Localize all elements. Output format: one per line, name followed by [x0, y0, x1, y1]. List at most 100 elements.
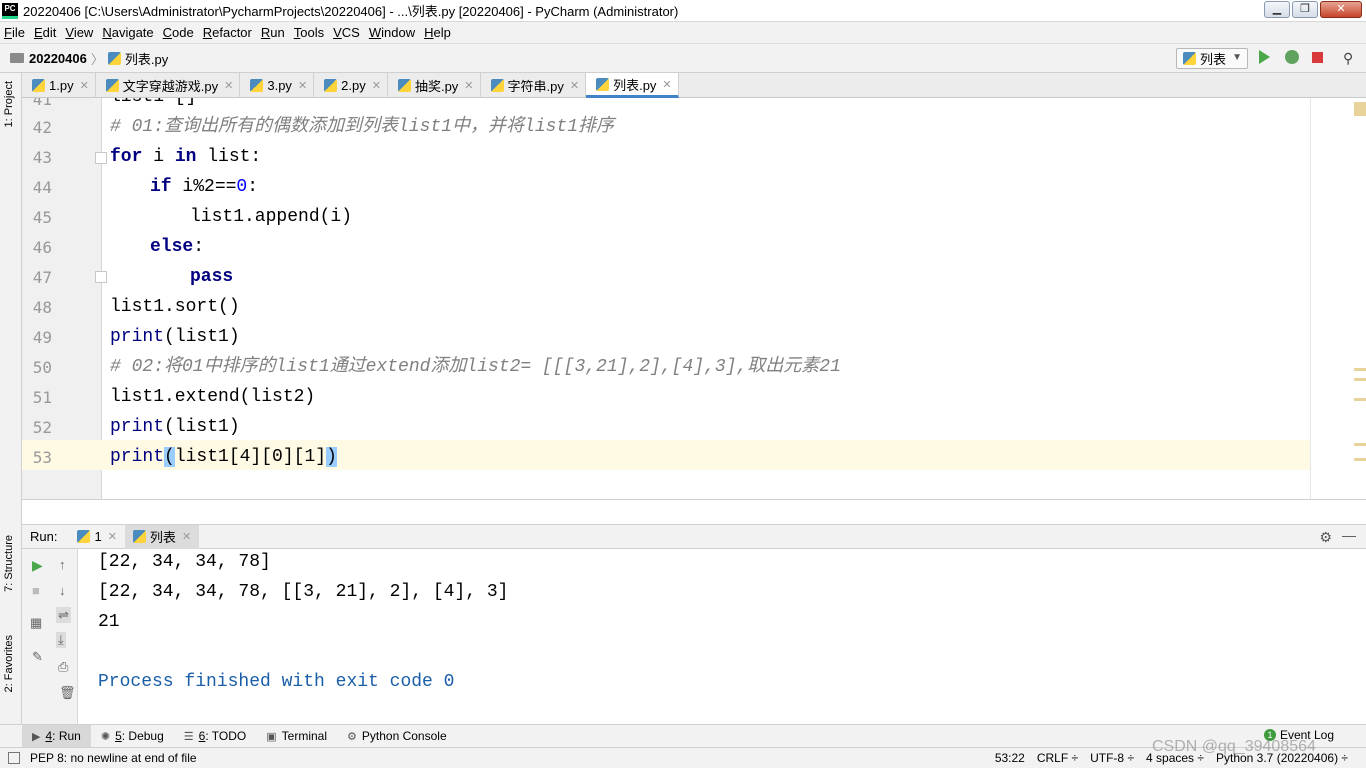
- scroll-to-end-icon[interactable]: ⤓: [56, 632, 66, 648]
- line-number: 48: [32, 298, 52, 317]
- close-tab-icon[interactable]: ✕: [464, 79, 473, 92]
- window-title: 20220406 [C:\Users\Administrator\Pycharm…: [23, 4, 679, 19]
- search-icon[interactable]: ⚲: [1343, 50, 1353, 67]
- run-console[interactable]: [22, 34, 34, 78] [22, 34, 34, 78, [[3, 2…: [78, 549, 1366, 724]
- menu-window[interactable]: Window: [369, 25, 415, 40]
- hide-panel-icon[interactable]: —: [1342, 527, 1356, 543]
- tab-text-adventure-py[interactable]: 文字穿越游戏.py ✕: [96, 73, 241, 98]
- code-editor[interactable]: 41 42 43 44 45 46 47 48 49 50 51 52 53 l…: [22, 98, 1366, 500]
- menu-help[interactable]: Help: [424, 25, 451, 40]
- tab-list-py[interactable]: 列表.py ✕: [586, 73, 679, 98]
- code-line-53: print(list1[4][0][1]): [110, 447, 337, 467]
- run-tab-list[interactable]: 列表 ✕: [124, 524, 200, 549]
- menu-file[interactable]: File: [4, 25, 25, 40]
- python-file-icon: [32, 79, 45, 92]
- caret-position[interactable]: 53:22: [995, 751, 1025, 765]
- favorites-tool-tab[interactable]: 2: Favorites: [3, 635, 15, 692]
- menu-bar: File Edit View Navigate Code Refactor Ru…: [0, 22, 1366, 43]
- python-console-tool-button[interactable]: ⚙ Python Console: [337, 725, 457, 747]
- menu-edit[interactable]: Edit: [34, 25, 56, 40]
- python-file-icon: [324, 79, 338, 92]
- close-tab-icon[interactable]: ✕: [80, 79, 89, 92]
- tool-windows-toggle-icon[interactable]: [8, 752, 20, 764]
- stop-icon[interactable]: [1312, 52, 1323, 63]
- breadcrumb-file[interactable]: 列表.py: [125, 49, 168, 68]
- menu-tools[interactable]: Tools: [294, 25, 324, 40]
- tab-string-py[interactable]: 字符串.py ✕: [481, 73, 587, 98]
- code-line-42: # 01:查询出所有的偶数添加到列表list1中，并将list1排序: [110, 117, 615, 137]
- python-file-icon: [1183, 52, 1196, 65]
- close-tab-icon[interactable]: ✕: [108, 530, 117, 543]
- tab-lottery-py[interactable]: 抽奖.py ✕: [388, 73, 481, 98]
- fold-toggle-icon[interactable]: [95, 152, 107, 164]
- tab-2-py[interactable]: 2.py ✕: [314, 73, 388, 98]
- stop-icon[interactable]: ■: [32, 583, 40, 598]
- run-icon: ▶: [32, 730, 41, 743]
- close-tab-icon[interactable]: ✕: [372, 79, 381, 92]
- run-icon[interactable]: [1259, 50, 1270, 64]
- close-button[interactable]: ✕: [1320, 1, 1362, 18]
- code-line-51: list1.extend(list2): [110, 387, 316, 407]
- breadcrumb-project[interactable]: 20220406: [29, 51, 87, 66]
- rerun-icon[interactable]: ▶: [32, 557, 43, 574]
- debug-tool-button[interactable]: ✺ 5: Debug: [91, 725, 174, 747]
- maximize-button[interactable]: ❐: [1292, 1, 1318, 18]
- window-controls: ▁ ❐ ✕: [1264, 1, 1362, 18]
- code-line-46: else:: [150, 237, 205, 257]
- structure-tool-tab[interactable]: 7: Structure: [3, 535, 15, 592]
- menu-refactor[interactable]: Refactor: [203, 25, 252, 40]
- pycharm-logo-icon: PC: [2, 2, 18, 19]
- close-tab-icon[interactable]: ✕: [662, 78, 671, 91]
- code-line-45: list1.append(i): [190, 207, 353, 227]
- todo-list-icon: ☰: [183, 730, 194, 743]
- close-tab-icon[interactable]: ✕: [298, 79, 307, 92]
- chevron-down-icon: ▼: [1232, 52, 1242, 63]
- line-number: 43: [32, 148, 52, 167]
- scroll-up-icon[interactable]: ↑: [59, 557, 66, 572]
- run-configuration-select[interactable]: 列表 ▼: [1176, 48, 1248, 69]
- debug-bug-icon[interactable]: [1285, 50, 1299, 64]
- line-separator[interactable]: CRLF ÷: [1037, 751, 1078, 765]
- tab-3-py[interactable]: 3.py ✕: [240, 73, 315, 98]
- file-encoding[interactable]: UTF-8 ÷: [1090, 751, 1134, 765]
- minimize-button[interactable]: ▁: [1264, 1, 1290, 18]
- python-file-icon: [397, 79, 411, 92]
- debug-bug-icon: ✺: [100, 730, 111, 743]
- soft-wrap-icon[interactable]: ⇌: [56, 607, 71, 623]
- trash-icon[interactable]: 🗑: [59, 685, 76, 701]
- close-tab-icon[interactable]: ✕: [570, 79, 579, 92]
- terminal-icon: ▣: [266, 730, 277, 743]
- gear-icon[interactable]: ⚙: [1319, 529, 1332, 546]
- pin-icon[interactable]: ✎: [32, 649, 43, 665]
- code-line-47: pass: [190, 267, 234, 287]
- print-icon[interactable]: ⎙: [58, 659, 68, 675]
- menu-navigate[interactable]: Navigate: [102, 25, 153, 40]
- run-tab-1[interactable]: 1 ✕: [69, 525, 124, 549]
- menu-vcs[interactable]: VCS: [333, 25, 360, 40]
- menu-view[interactable]: View: [65, 25, 93, 40]
- scroll-marker: [1354, 398, 1366, 401]
- run-tool-button[interactable]: ▶ 4: Run: [22, 725, 91, 747]
- scroll-marker: [1354, 102, 1366, 116]
- menu-code[interactable]: Code: [163, 25, 194, 40]
- scroll-marker: [1354, 443, 1366, 446]
- close-tab-icon[interactable]: ✕: [182, 530, 191, 543]
- scroll-marker: [1354, 458, 1366, 461]
- layout-icon[interactable]: ▦: [30, 615, 42, 631]
- fold-toggle-icon[interactable]: [95, 271, 107, 283]
- right-margin-guide: [1310, 98, 1311, 499]
- python-file-icon: [107, 51, 121, 65]
- folder-icon: [10, 53, 24, 63]
- run-configuration-label: 列表: [1200, 52, 1227, 67]
- close-tab-icon[interactable]: ✕: [224, 79, 233, 92]
- title-bar: PC 20220406 [C:\Users\Administrator\Pych…: [0, 0, 1366, 22]
- tab-1-py[interactable]: 1.py ✕: [22, 73, 96, 98]
- code-line-44: if i%2==0:: [150, 177, 259, 197]
- menu-run[interactable]: Run: [261, 25, 285, 40]
- todo-tool-button[interactable]: ☰ 6: TODO: [174, 725, 256, 747]
- scroll-down-icon[interactable]: ↓: [59, 583, 66, 598]
- terminal-tool-button[interactable]: ▣ Terminal: [256, 725, 337, 747]
- python-file-icon: [132, 530, 146, 543]
- project-tool-tab[interactable]: 1: Project: [3, 81, 15, 127]
- line-number: 53: [32, 448, 52, 467]
